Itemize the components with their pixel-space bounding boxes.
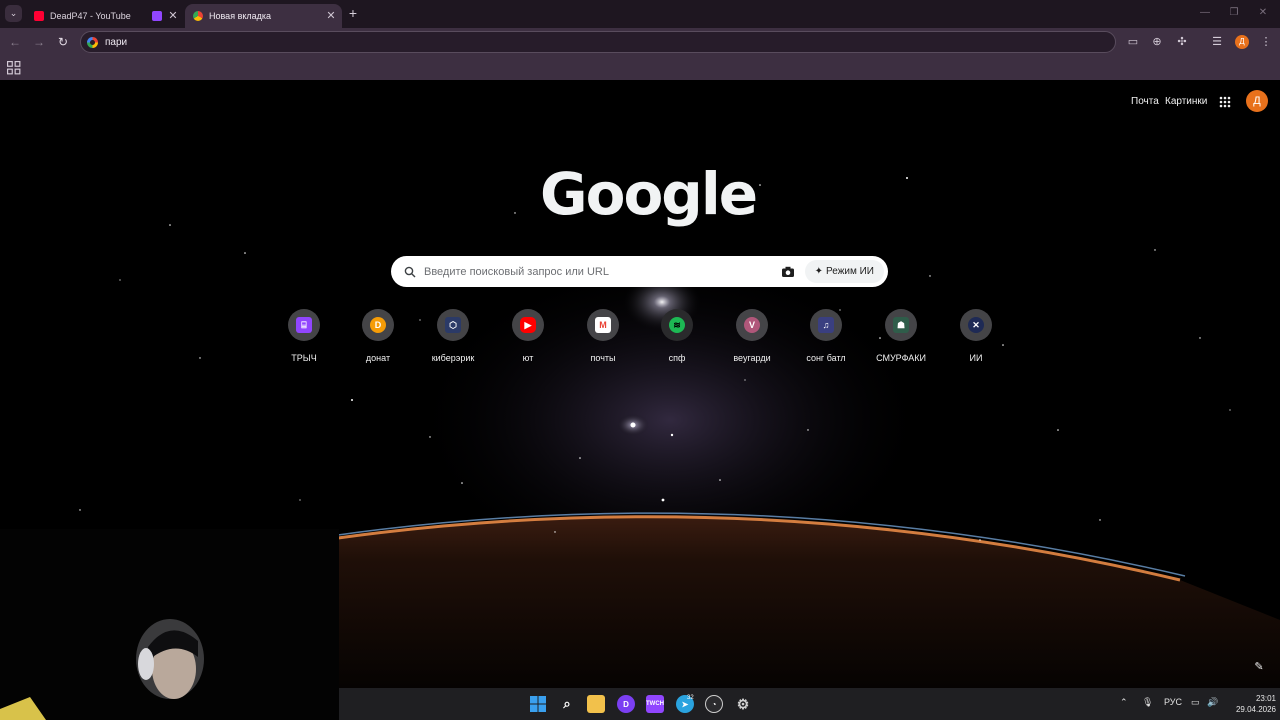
windows-taskbar: ⌕ D TWCH ➤ 32 ◔ ⚙ ⌃ 🎙 РУС ▭ 🔊 23:01 29.0… (339, 688, 1280, 720)
close-icon[interactable]: ✕ (324, 9, 338, 23)
chevron-down-icon: ⌄ (9, 8, 18, 18)
translate-icon[interactable]: ⊕ (1150, 35, 1164, 49)
account-avatar[interactable]: Д (1246, 90, 1268, 112)
tab-twitch[interactable]: ✕ (144, 4, 182, 28)
shortcut-tile[interactable]: ☗ СМУРФАКИ (864, 309, 938, 369)
omnibox[interactable] (80, 31, 1116, 53)
x-icon: ✕ (968, 317, 984, 333)
gmail-icon: M (595, 317, 611, 333)
shortcut-tile[interactable]: ⌸ ТРЫЧ (267, 309, 341, 369)
camera-icon[interactable] (781, 266, 795, 278)
apps-icon[interactable] (7, 61, 21, 75)
twitch-icon[interactable]: TWCH (646, 695, 664, 713)
search-box[interactable]: ✦ Режим ИИ (391, 256, 888, 287)
minimize-icon[interactable]: — (1198, 6, 1212, 20)
customize-pencil-icon[interactable]: ✎ (1252, 660, 1266, 674)
reload-icon[interactable]: ↻ (55, 34, 71, 50)
images-link[interactable]: Картинки (1165, 96, 1207, 107)
shortcut-tile[interactable]: ✕ ИИ (939, 309, 1013, 369)
webcam-person-image (0, 529, 339, 720)
smurf-icon: ☗ (893, 317, 909, 333)
bookmarks-bar (0, 56, 1280, 80)
donationalerts-icon: D (370, 317, 386, 333)
shortcut-label: ТРЫЧ (291, 353, 317, 363)
shortcut-label: киберэрик (431, 353, 475, 363)
volume-icon[interactable]: 🔊 (1207, 697, 1218, 708)
spotify-icon: ≋ (669, 317, 685, 333)
shortcut-tile[interactable]: M почты (566, 309, 640, 369)
youtube-icon (34, 11, 44, 21)
extensions-icon[interactable]: ✣ (1175, 35, 1189, 49)
tab-strip: ⌄ DeadP47 - YouTube ✕ Новая вкладка ✕ + … (0, 0, 1280, 28)
ai-mode-label: Режим ИИ (826, 266, 874, 277)
ai-mode-button[interactable]: ✦ Режим ИИ (804, 260, 884, 283)
clock-date: 29.04.2026 (1235, 705, 1276, 714)
settings-icon[interactable]: ⚙ (734, 695, 752, 713)
shortcut-label: спф (668, 353, 686, 363)
tray-overflow-icon[interactable]: ⌃ (1120, 697, 1128, 708)
telegram-badge: 32 (687, 695, 694, 701)
clock-time: 23:01 (1255, 694, 1276, 703)
network-icon[interactable]: ▭ (1191, 697, 1200, 708)
twitch-icon: ⌸ (296, 317, 312, 333)
windows-start-icon[interactable] (529, 695, 547, 713)
shortcut-label: почты (590, 353, 616, 363)
twitch-studio-icon[interactable]: D (617, 695, 635, 713)
v-icon: V (744, 317, 760, 333)
tab-title: Новая вкладка (209, 11, 272, 21)
reading-list-icon[interactable]: ☰ (1210, 35, 1224, 49)
shortcut-label: веугарди (733, 353, 771, 363)
tab-new-tab[interactable]: Новая вкладка ✕ (185, 4, 342, 28)
youtube-icon: ▶ (520, 317, 536, 333)
shortcut-tile[interactable]: ⬡ киберэрик (416, 309, 490, 369)
file-explorer-icon[interactable] (587, 695, 605, 713)
browser-toolbar: ← → ↻ ▭ ⊕ ✣ ☰ Д ⋮ (0, 28, 1280, 56)
language-indicator[interactable]: РУС (1164, 697, 1182, 707)
plus-icon: + (348, 5, 358, 21)
clock[interactable]: 23:01 29.04.2026 (1228, 693, 1276, 715)
shortcut-tile[interactable]: ▶ ют (491, 309, 565, 369)
google-apps-icon[interactable] (1219, 96, 1231, 108)
forward-icon[interactable]: → (31, 34, 47, 50)
search-input[interactable] (424, 265, 781, 278)
profile-avatar[interactable]: Д (1235, 35, 1249, 49)
new-tab-button[interactable]: + (345, 6, 361, 22)
shortcut-tile[interactable]: ≋ спф (640, 309, 714, 369)
shortcut-label: ИИ (969, 353, 983, 363)
songbattle-icon: ♫ (818, 317, 834, 333)
back-icon[interactable]: ← (7, 34, 23, 50)
twitch-icon (152, 11, 162, 21)
shortcut-tile[interactable]: V веугарди (715, 309, 789, 369)
shortcut-label: ют (522, 353, 534, 363)
webcam-overlay (0, 529, 339, 720)
search-icon (404, 266, 416, 277)
gmail-link[interactable]: Почта (1131, 96, 1159, 107)
shortcut-label: сонг батл (806, 353, 846, 363)
video-camera-icon[interactable]: ▭ (1126, 35, 1140, 49)
chrome-icon (193, 11, 203, 21)
search-icon[interactable]: ⌕ (558, 695, 576, 713)
close-icon[interactable]: ✕ (168, 9, 178, 23)
shortcut-tile[interactable]: D донат (341, 309, 415, 369)
menu-icon[interactable]: ⋮ (1259, 35, 1273, 49)
ai-mode-icon: ✦ (814, 266, 824, 277)
shortcut-label: СМУРФАКИ (876, 353, 926, 363)
obs-icon[interactable]: ◔ (705, 695, 723, 713)
microphone-icon[interactable]: 🎙 (1142, 697, 1153, 708)
google-logo: Google (540, 160, 758, 228)
close-window-icon[interactable]: ✕ (1256, 6, 1270, 20)
shortcut-tile[interactable]: ♫ сонг батл (789, 309, 863, 369)
restore-icon[interactable]: ❐ (1227, 6, 1241, 20)
google-icon (87, 36, 98, 48)
omnibox-input[interactable] (105, 36, 1005, 48)
cyber-icon: ⬡ (445, 317, 461, 333)
tab-search-button[interactable]: ⌄ (5, 5, 22, 22)
shortcut-label: донат (365, 353, 391, 363)
